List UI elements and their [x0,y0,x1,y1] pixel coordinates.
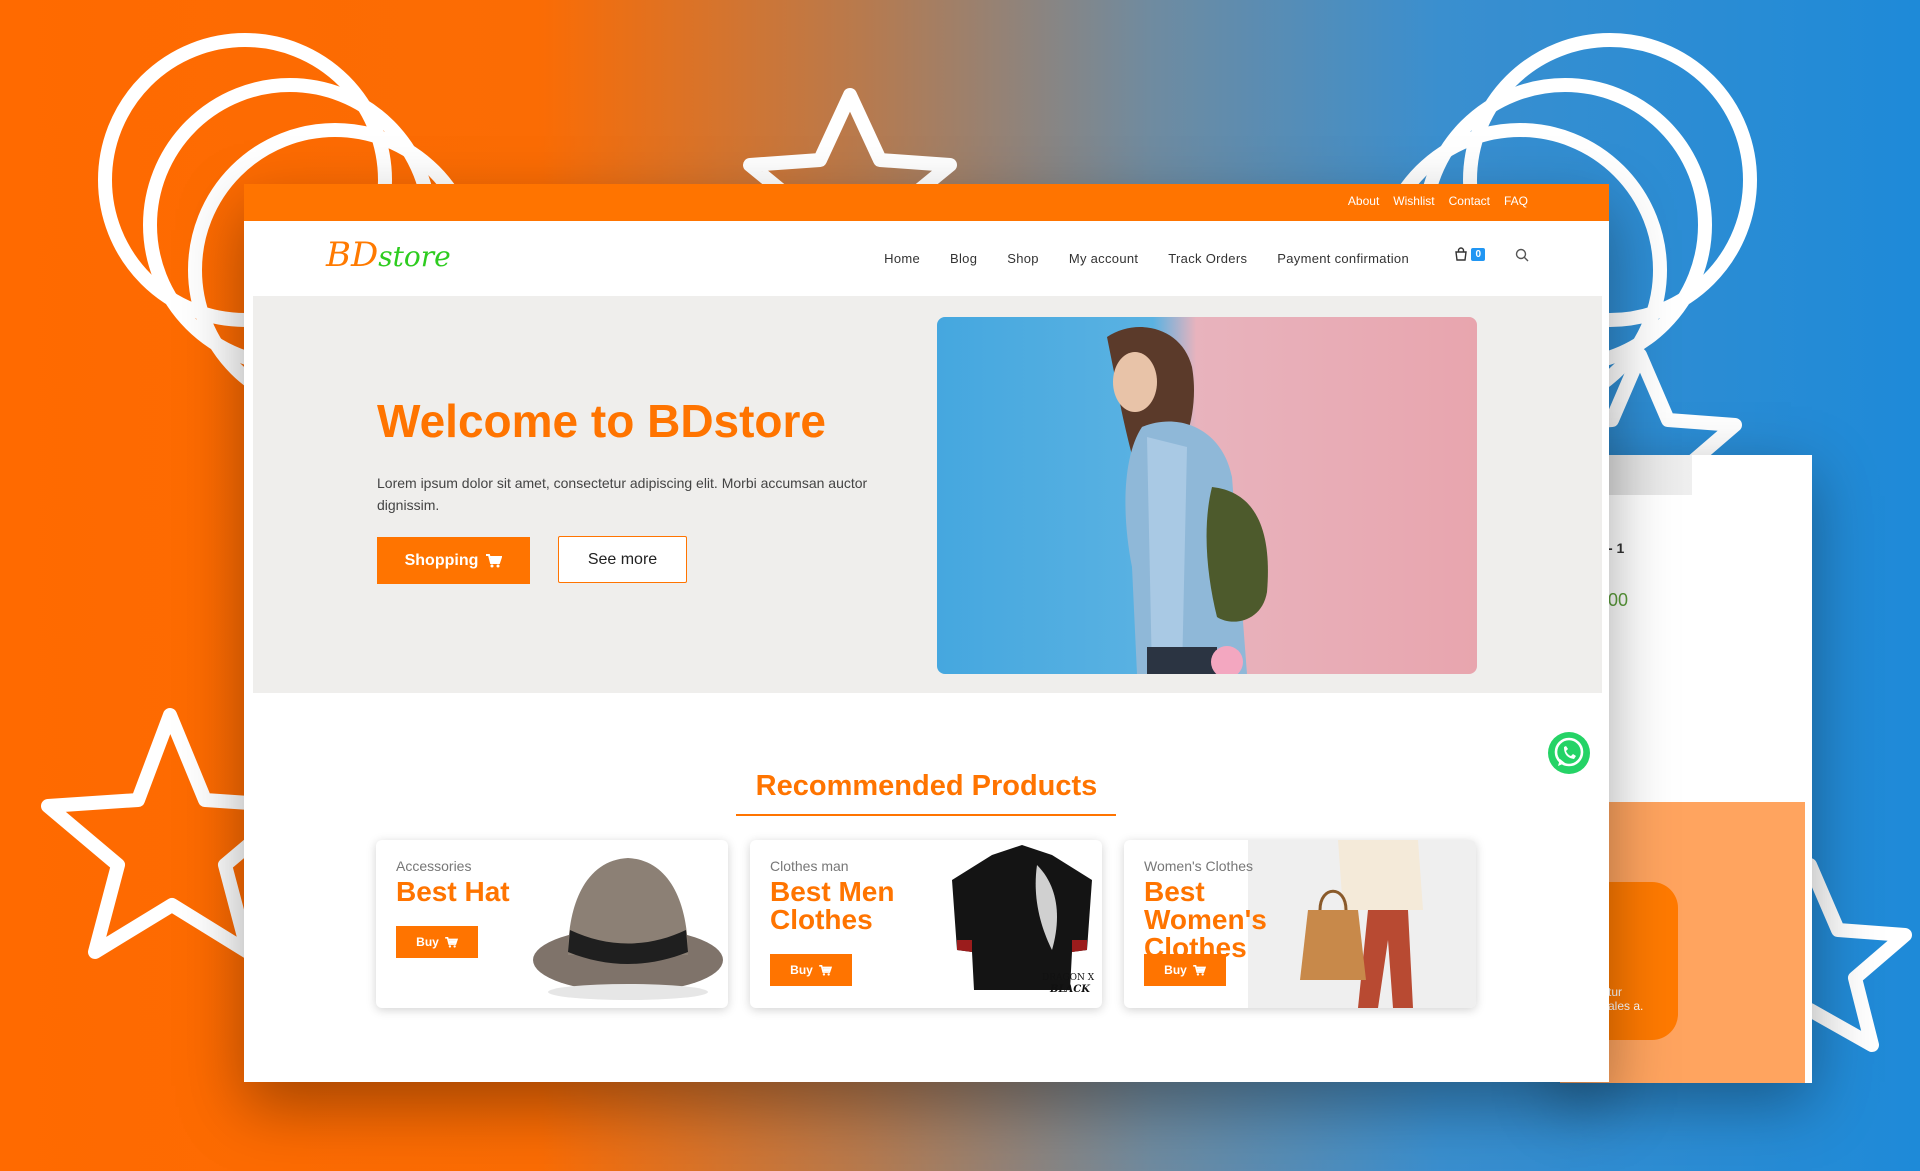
site-logo[interactable]: BDstore [326,235,451,275]
product-name: Best Women's Clothes [1144,876,1267,963]
buy-button[interactable]: Buy [396,926,478,958]
hero-title: Welcome to BDstore [377,395,827,447]
main-navbar: BDstore Home Blog Shop My account Track … [244,221,1609,296]
nav-item-shop[interactable]: Shop [1007,251,1039,266]
shirt-brand-text: BLACK [1049,984,1091,995]
title-underline [736,814,1116,816]
cart-button[interactable]: 0 [1454,247,1485,261]
product-card-hat[interactable]: Accessories Best Hat Buy [376,840,728,1008]
hero-image [937,317,1477,674]
product-name: Best Hat [396,876,510,907]
peek-text: - 1 [1608,540,1625,556]
cart-icon [819,964,832,976]
shirt-brand-text: DRAGON X [1042,973,1095,983]
nav-item-home[interactable]: Home [884,251,920,266]
hero-text: Lorem ipsum dolor sit amet, consectetur … [377,475,868,513]
shopping-bag-icon [1455,247,1468,261]
nav-item-track-orders[interactable]: Track Orders [1168,251,1247,266]
shirt-image: DRAGON X BLACK [952,845,1095,995]
top-bar: About Wishlist Contact FAQ [244,184,1609,221]
product-category: Clothes man [770,858,849,874]
product-category: Accessories [396,858,472,874]
peek-paragraph: tur ales a. [1608,985,1644,1013]
nav-item-payment-confirmation[interactable]: Payment confirmation [1277,251,1409,266]
product-card-men-clothes[interactable]: DRAGON X BLACK Clothes man Best Men Clot… [750,840,1102,1008]
whatsapp-icon[interactable] [1547,731,1591,775]
product-name: Best Men Clothes [770,876,895,935]
cart-icon [1193,964,1206,976]
peek-price: 00 [1608,590,1629,610]
product-card-women-clothes[interactable]: Women's Clothes Best Women's Clothes Buy [1124,840,1476,1008]
see-more-button[interactable]: See more [558,536,687,583]
cart-icon [486,553,503,567]
shopping-button[interactable]: Shopping [377,537,530,584]
nav-item-blog[interactable]: Blog [950,251,977,266]
search-icon[interactable] [1515,248,1529,262]
buy-button[interactable]: Buy [770,954,852,986]
cart-icon [445,936,458,948]
product-category: Women's Clothes [1144,858,1254,874]
topbar-link-wishlist[interactable]: Wishlist [1393,194,1434,208]
hero-section: Welcome to BDstore Lorem ipsum dolor sit… [253,296,1602,693]
topbar-link-about[interactable]: About [1348,194,1379,208]
hat-image [533,858,723,1000]
topbar-link-contact[interactable]: Contact [1449,194,1490,208]
browser-window: About Wishlist Contact FAQ BDstore Home … [244,184,1609,1082]
recommended-title: Recommended Products [755,770,1098,802]
topbar-link-faq[interactable]: FAQ [1504,194,1528,208]
cart-count-badge: 0 [1471,247,1485,261]
nav-item-my-account[interactable]: My account [1069,251,1138,266]
